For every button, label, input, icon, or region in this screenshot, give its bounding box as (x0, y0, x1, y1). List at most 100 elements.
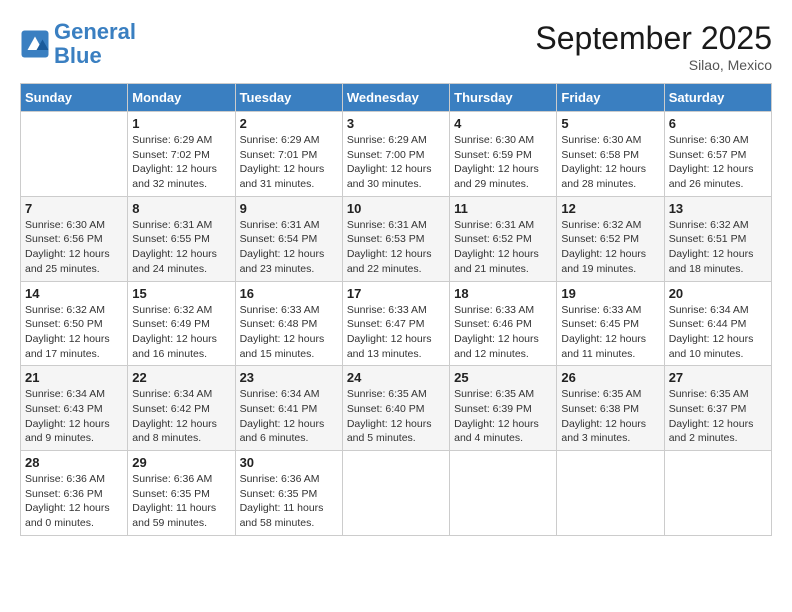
day-number: 14 (25, 286, 123, 301)
day-number: 26 (561, 370, 659, 385)
day-number: 27 (669, 370, 767, 385)
day-info: Sunrise: 6:34 AMSunset: 6:44 PMDaylight:… (669, 303, 767, 362)
day-number: 8 (132, 201, 230, 216)
page-header: General Blue September 2025 Silao, Mexic… (20, 20, 772, 73)
logo: General Blue (20, 20, 136, 68)
calendar-cell: 28 Sunrise: 6:36 AMSunset: 6:36 PMDayligh… (21, 451, 128, 536)
day-info: Sunrise: 6:33 AMSunset: 6:45 PMDaylight:… (561, 303, 659, 362)
day-number: 6 (669, 116, 767, 131)
calendar-cell: 26 Sunrise: 6:35 AMSunset: 6:38 PMDayligh… (557, 366, 664, 451)
calendar-cell: 27 Sunrise: 6:35 AMSunset: 6:37 PMDayligh… (664, 366, 771, 451)
calendar-cell (450, 451, 557, 536)
calendar-cell: 17Sunrise: 6:33 AMSunset: 6:47 PMDayligh… (342, 281, 449, 366)
day-header-monday: Monday (128, 84, 235, 112)
day-number: 15 (132, 286, 230, 301)
day-header-thursday: Thursday (450, 84, 557, 112)
day-number: 30 (240, 455, 338, 470)
day-info: Sunrise: 6:32 AMSunset: 6:50 PMDaylight:… (25, 303, 123, 362)
calendar-cell: 8 Sunrise: 6:31 AMSunset: 6:55 PMDaylight… (128, 196, 235, 281)
day-info: Sunrise: 6:32 AMSunset: 6:52 PMDaylight:… (561, 218, 659, 277)
calendar-cell: 19 Sunrise: 6:33 AMSunset: 6:45 PMDayligh… (557, 281, 664, 366)
calendar-cell: 10Sunrise: 6:31 AMSunset: 6:53 PMDayligh… (342, 196, 449, 281)
day-number: 28 (25, 455, 123, 470)
day-header-saturday: Saturday (664, 84, 771, 112)
calendar-cell: 30 Sunrise: 6:36 AMSunset: 6:35 PMDayligh… (235, 451, 342, 536)
day-number: 16 (240, 286, 338, 301)
calendar-cell: 6 Sunrise: 6:30 AMSunset: 6:57 PMDaylight… (664, 112, 771, 197)
day-number: 13 (669, 201, 767, 216)
calendar-cell (557, 451, 664, 536)
calendar-week-1: 1Sunrise: 6:29 AMSunset: 7:02 PMDaylight… (21, 112, 772, 197)
day-info: Sunrise: 6:36 AMSunset: 6:35 PMDaylight:… (240, 472, 338, 531)
calendar-cell: 7 Sunrise: 6:30 AMSunset: 6:56 PMDaylight… (21, 196, 128, 281)
day-number: 7 (25, 201, 123, 216)
day-info: Sunrise: 6:32 AMSunset: 6:49 PMDaylight:… (132, 303, 230, 362)
calendar-cell: 18 Sunrise: 6:33 AMSunset: 6:46 PMDayligh… (450, 281, 557, 366)
logo-text: General Blue (54, 20, 136, 68)
day-info: Sunrise: 6:31 AMSunset: 6:55 PMDaylight:… (132, 218, 230, 277)
day-number: 11 (454, 201, 552, 216)
day-number: 2 (240, 116, 338, 131)
calendar-week-4: 21 Sunrise: 6:34 AMSunset: 6:43 PMDayligh… (21, 366, 772, 451)
day-number: 19 (561, 286, 659, 301)
day-info: Sunrise: 6:30 AMSunset: 6:58 PMDaylight:… (561, 133, 659, 192)
day-number: 18 (454, 286, 552, 301)
calendar-cell: 3 Sunrise: 6:29 AMSunset: 7:00 PMDaylight… (342, 112, 449, 197)
day-info: Sunrise: 6:30 AMSunset: 6:56 PMDaylight:… (25, 218, 123, 277)
calendar-cell: 15 Sunrise: 6:32 AMSunset: 6:49 PMDayligh… (128, 281, 235, 366)
day-info: Sunrise: 6:29 AMSunset: 7:01 PMDaylight:… (240, 133, 338, 192)
day-number: 12 (561, 201, 659, 216)
calendar-cell: 4Sunrise: 6:30 AMSunset: 6:59 PMDaylight… (450, 112, 557, 197)
calendar-cell: 21 Sunrise: 6:34 AMSunset: 6:43 PMDayligh… (21, 366, 128, 451)
day-info: Sunrise: 6:31 AMSunset: 6:54 PMDaylight:… (240, 218, 338, 277)
day-info: Sunrise: 6:36 AMSunset: 6:36 PMDaylight:… (25, 472, 123, 531)
day-info: Sunrise: 6:33 AMSunset: 6:46 PMDaylight:… (454, 303, 552, 362)
day-info: Sunrise: 6:35 AMSunset: 6:37 PMDaylight:… (669, 387, 767, 446)
day-info: Sunrise: 6:34 AMSunset: 6:41 PMDaylight:… (240, 387, 338, 446)
day-info: Sunrise: 6:31 AMSunset: 6:52 PMDaylight:… (454, 218, 552, 277)
day-number: 17 (347, 286, 445, 301)
day-header-sunday: Sunday (21, 84, 128, 112)
day-number: 21 (25, 370, 123, 385)
title-block: September 2025 Silao, Mexico (535, 20, 772, 73)
day-info: Sunrise: 6:29 AMSunset: 7:02 PMDaylight:… (132, 133, 230, 192)
calendar-cell: 9 Sunrise: 6:31 AMSunset: 6:54 PMDaylight… (235, 196, 342, 281)
logo-icon (20, 29, 50, 59)
day-info: Sunrise: 6:33 AMSunset: 6:48 PMDaylight:… (240, 303, 338, 362)
day-info: Sunrise: 6:35 AMSunset: 6:40 PMDaylight:… (347, 387, 445, 446)
calendar-cell: 29Sunrise: 6:36 AMSunset: 6:35 PMDayligh… (128, 451, 235, 536)
day-info: Sunrise: 6:34 AMSunset: 6:43 PMDaylight:… (25, 387, 123, 446)
calendar-cell: 23 Sunrise: 6:34 AMSunset: 6:41 PMDayligh… (235, 366, 342, 451)
calendar-cell: 13 Sunrise: 6:32 AMSunset: 6:51 PMDayligh… (664, 196, 771, 281)
day-number: 9 (240, 201, 338, 216)
calendar-week-3: 14 Sunrise: 6:32 AMSunset: 6:50 PMDayligh… (21, 281, 772, 366)
calendar-cell (21, 112, 128, 197)
location: Silao, Mexico (535, 57, 772, 73)
day-number: 20 (669, 286, 767, 301)
calendar-cell: 22 Sunrise: 6:34 AMSunset: 6:42 PMDayligh… (128, 366, 235, 451)
day-info: Sunrise: 6:30 AMSunset: 6:57 PMDaylight:… (669, 133, 767, 192)
day-number: 22 (132, 370, 230, 385)
day-info: Sunrise: 6:36 AMSunset: 6:35 PMDaylight:… (132, 472, 230, 531)
day-info: Sunrise: 6:35 AMSunset: 6:38 PMDaylight:… (561, 387, 659, 446)
calendar-cell: 25Sunrise: 6:35 AMSunset: 6:39 PMDayligh… (450, 366, 557, 451)
day-info: Sunrise: 6:31 AMSunset: 6:53 PMDaylight:… (347, 218, 445, 277)
day-info: Sunrise: 6:32 AMSunset: 6:51 PMDaylight:… (669, 218, 767, 277)
calendar-cell: 1Sunrise: 6:29 AMSunset: 7:02 PMDaylight… (128, 112, 235, 197)
calendar-cell: 12 Sunrise: 6:32 AMSunset: 6:52 PMDayligh… (557, 196, 664, 281)
calendar-cell: 20 Sunrise: 6:34 AMSunset: 6:44 PMDayligh… (664, 281, 771, 366)
calendar-cell (342, 451, 449, 536)
month-title: September 2025 (535, 20, 772, 57)
day-number: 24 (347, 370, 445, 385)
day-number: 23 (240, 370, 338, 385)
day-info: Sunrise: 6:34 AMSunset: 6:42 PMDaylight:… (132, 387, 230, 446)
day-info: Sunrise: 6:29 AMSunset: 7:00 PMDaylight:… (347, 133, 445, 192)
day-number: 5 (561, 116, 659, 131)
calendar-cell: 5 Sunrise: 6:30 AMSunset: 6:58 PMDaylight… (557, 112, 664, 197)
day-header-friday: Friday (557, 84, 664, 112)
calendar-cell: 14 Sunrise: 6:32 AMSunset: 6:50 PMDayligh… (21, 281, 128, 366)
day-number: 25 (454, 370, 552, 385)
calendar-cell: 2 Sunrise: 6:29 AMSunset: 7:01 PMDaylight… (235, 112, 342, 197)
day-number: 3 (347, 116, 445, 131)
day-header-tuesday: Tuesday (235, 84, 342, 112)
